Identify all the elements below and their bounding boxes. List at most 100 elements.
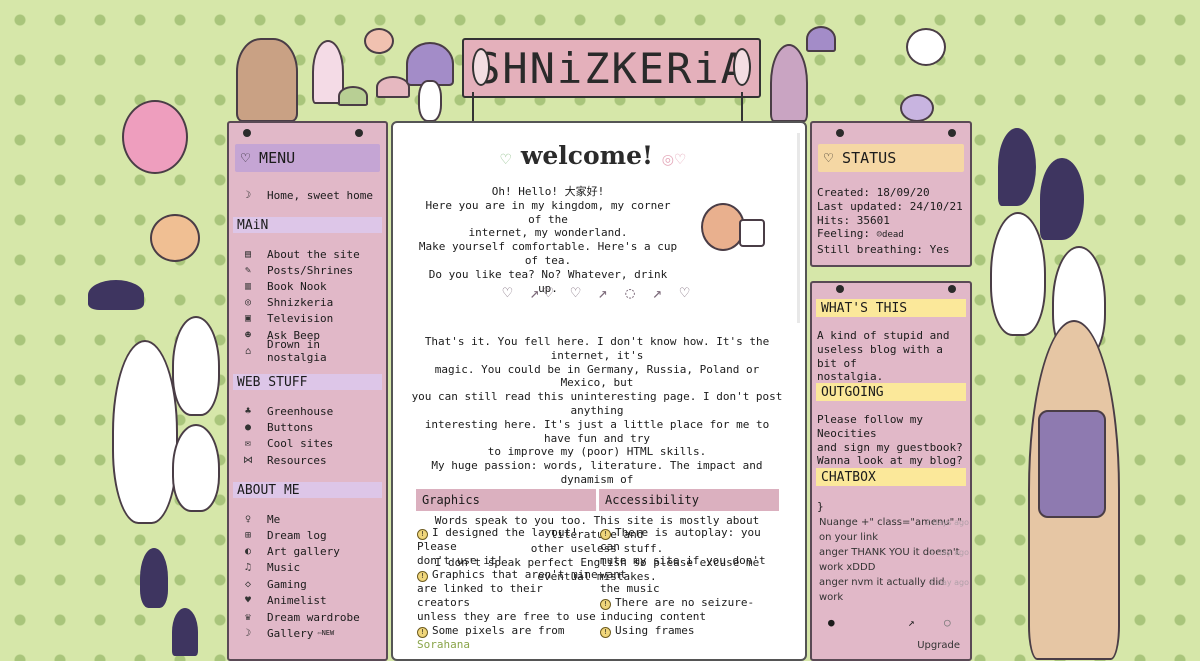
- user-icon[interactable]: ●: [828, 616, 835, 629]
- chat-author: Nuange: [819, 517, 858, 528]
- list-text: don't use it!: [417, 554, 504, 567]
- nav-gaming[interactable]: ◇ Gaming: [241, 576, 307, 592]
- nav-buttons[interactable]: ● Buttons: [241, 419, 313, 435]
- text-line: A kind of stupid and: [817, 329, 950, 342]
- nav-label: Cool sites: [267, 436, 334, 450]
- nav-drown-nostalgia[interactable]: ⌂ Drown in nostalgia: [241, 338, 386, 364]
- bulb-icon: ♀: [244, 513, 252, 525]
- refresh-icon[interactable]: ○: [944, 616, 951, 629]
- status-breathing: Still breathing: Yes: [817, 243, 950, 257]
- nav-dream-wardrobe[interactable]: ♛ Dream wardrobe: [241, 609, 360, 625]
- nav-greenhouse[interactable]: ♣ Greenhouse: [241, 403, 333, 419]
- nav-label: Animelist: [267, 593, 327, 607]
- nav-label: Television: [267, 311, 334, 325]
- nav-art-gallery[interactable]: ◐ Art gallery: [241, 543, 340, 559]
- nav-label: Art gallery: [267, 544, 340, 558]
- list-text: Graphics that aren't mine: [432, 568, 598, 581]
- nav-gallery[interactable]: ☽ Gallery ⇦NEW: [241, 625, 334, 641]
- web-stuff-section-heading: WEB STUFF: [233, 374, 382, 390]
- scrollbar[interactable]: [797, 133, 800, 323]
- nav-home[interactable]: ☽ Home, sweet home: [241, 187, 373, 203]
- about-me-section-heading: ABOUT ME: [233, 482, 382, 498]
- warning-icon: !: [600, 599, 611, 610]
- ghost-head-icon: [906, 28, 946, 66]
- pink-creature-icon: [122, 100, 188, 174]
- teabag-icon: [739, 219, 765, 247]
- accessibility-heading: Accessibility: [599, 489, 779, 511]
- alien-icon: ☻: [244, 329, 252, 341]
- orange-creature-icon: [150, 214, 200, 262]
- upgrade-link[interactable]: Upgrade: [917, 640, 960, 651]
- dress-icon: [1038, 410, 1106, 518]
- nav-posts-shrines[interactable]: ✎ Posts/Shrines: [241, 262, 353, 278]
- paragraph-line: you can still read this uninteresting pa…: [411, 390, 783, 417]
- status-heading: ♡ STATUS: [818, 144, 964, 172]
- nav-book-nook[interactable]: ▥ Book Nook: [241, 278, 327, 294]
- site-title: SHNiZKERiA: [475, 43, 748, 93]
- status-panel: ♡ STATUS Created: 18/09/20 Last updated:…: [810, 121, 972, 267]
- nav-dream-log[interactable]: ⊞ Dream log: [241, 527, 327, 543]
- outgoing-heading: OUTGOING: [816, 383, 966, 401]
- palette-icon: ◐: [244, 545, 252, 557]
- nav-cool-sites[interactable]: ✉ Cool sites: [241, 435, 333, 451]
- book-icon: ▥: [244, 280, 252, 292]
- chat-message: Nuange +" class="amenu" " on your link 2…: [819, 516, 969, 545]
- nav-label: Gaming: [267, 577, 307, 591]
- chat-time: 2 days ago: [925, 518, 969, 527]
- paragraph-line: interesting here. It's just a little pla…: [424, 417, 770, 445]
- site-title-sign: SHNiZKERiA: [462, 38, 761, 98]
- mushroom-icon: [806, 26, 836, 52]
- pot-icon: ♣: [244, 405, 252, 417]
- nav-label: Dream log: [267, 528, 327, 542]
- nail-icon: [948, 285, 956, 293]
- status-updated: Last updated: 24/10/21: [817, 199, 963, 213]
- nav-television[interactable]: ▣ Television: [241, 310, 333, 326]
- warning-icon: !: [417, 571, 428, 582]
- nail-icon: [836, 129, 844, 137]
- nav-animelist[interactable]: ♥ Animelist: [241, 592, 327, 608]
- paragraph-line: magic. You could be in Germany, Russia, …: [434, 362, 760, 390]
- music-icon: ♫: [244, 561, 252, 573]
- list-text: the music: [600, 582, 660, 595]
- list-text: inducing content: [600, 610, 706, 623]
- guestbook-link[interactable]: and sign my guestbook?: [817, 441, 965, 455]
- girl-icon: [770, 44, 808, 122]
- heart-icon: ♥: [244, 594, 252, 606]
- nav-label: Greenhouse: [267, 404, 334, 418]
- nav-about-site[interactable]: ▤ About the site: [241, 246, 360, 262]
- blue-spirit-icon: [998, 128, 1036, 206]
- nav-resources[interactable]: ⋈ Resources: [241, 452, 327, 468]
- warning-icon: !: [600, 529, 611, 540]
- external-link-icon[interactable]: ↗: [908, 616, 915, 629]
- nav-music[interactable]: ♫ Music: [241, 559, 300, 575]
- buttons-icon: ●: [244, 421, 252, 433]
- mail-icon: ✉: [244, 437, 252, 449]
- nav-label: Resources: [267, 453, 327, 467]
- list-text: There is autoplay: you can: [600, 526, 761, 553]
- nav-label: Posts/Shrines: [267, 263, 354, 277]
- sign-post: [472, 92, 474, 122]
- feeling-value: dead: [882, 230, 904, 241]
- nav-me[interactable]: ♀ Me: [241, 511, 280, 527]
- blog-link[interactable]: Wanna look at my blog?: [817, 454, 965, 468]
- list-text: mute my site if you don't want: [600, 554, 766, 581]
- text-line: useless blog with a bit of: [817, 342, 943, 370]
- outgoing-text: Please follow my Neocities and sign my g…: [817, 413, 965, 468]
- graphics-heading: Graphics: [416, 489, 596, 511]
- ghost-icon: [172, 316, 220, 416]
- neocities-link[interactable]: Please follow my Neocities: [817, 413, 965, 441]
- chat-time: 1 day ago: [929, 548, 969, 557]
- paragraph-line: That's it. You fell here. I don't know h…: [424, 335, 770, 362]
- blue-spirit-icon: [1040, 158, 1084, 240]
- new-badge: ⇦NEW: [317, 629, 335, 637]
- menu-heading: ♡ MENU: [235, 144, 380, 172]
- sorahana-link[interactable]: Sorahana: [417, 638, 599, 652]
- nav-shnizkeria[interactable]: ◎ Shnizkeria: [241, 294, 333, 310]
- nav-label: Drown in nostalgia: [266, 338, 327, 364]
- pink-face-icon: [364, 28, 394, 54]
- warning-icon: !: [417, 627, 428, 638]
- cat-creature-icon: [236, 38, 298, 122]
- swirl-icon: ◎♡: [661, 152, 687, 168]
- nav-label: Book Nook: [267, 279, 327, 293]
- list-text: are linked to their creators: [417, 582, 543, 609]
